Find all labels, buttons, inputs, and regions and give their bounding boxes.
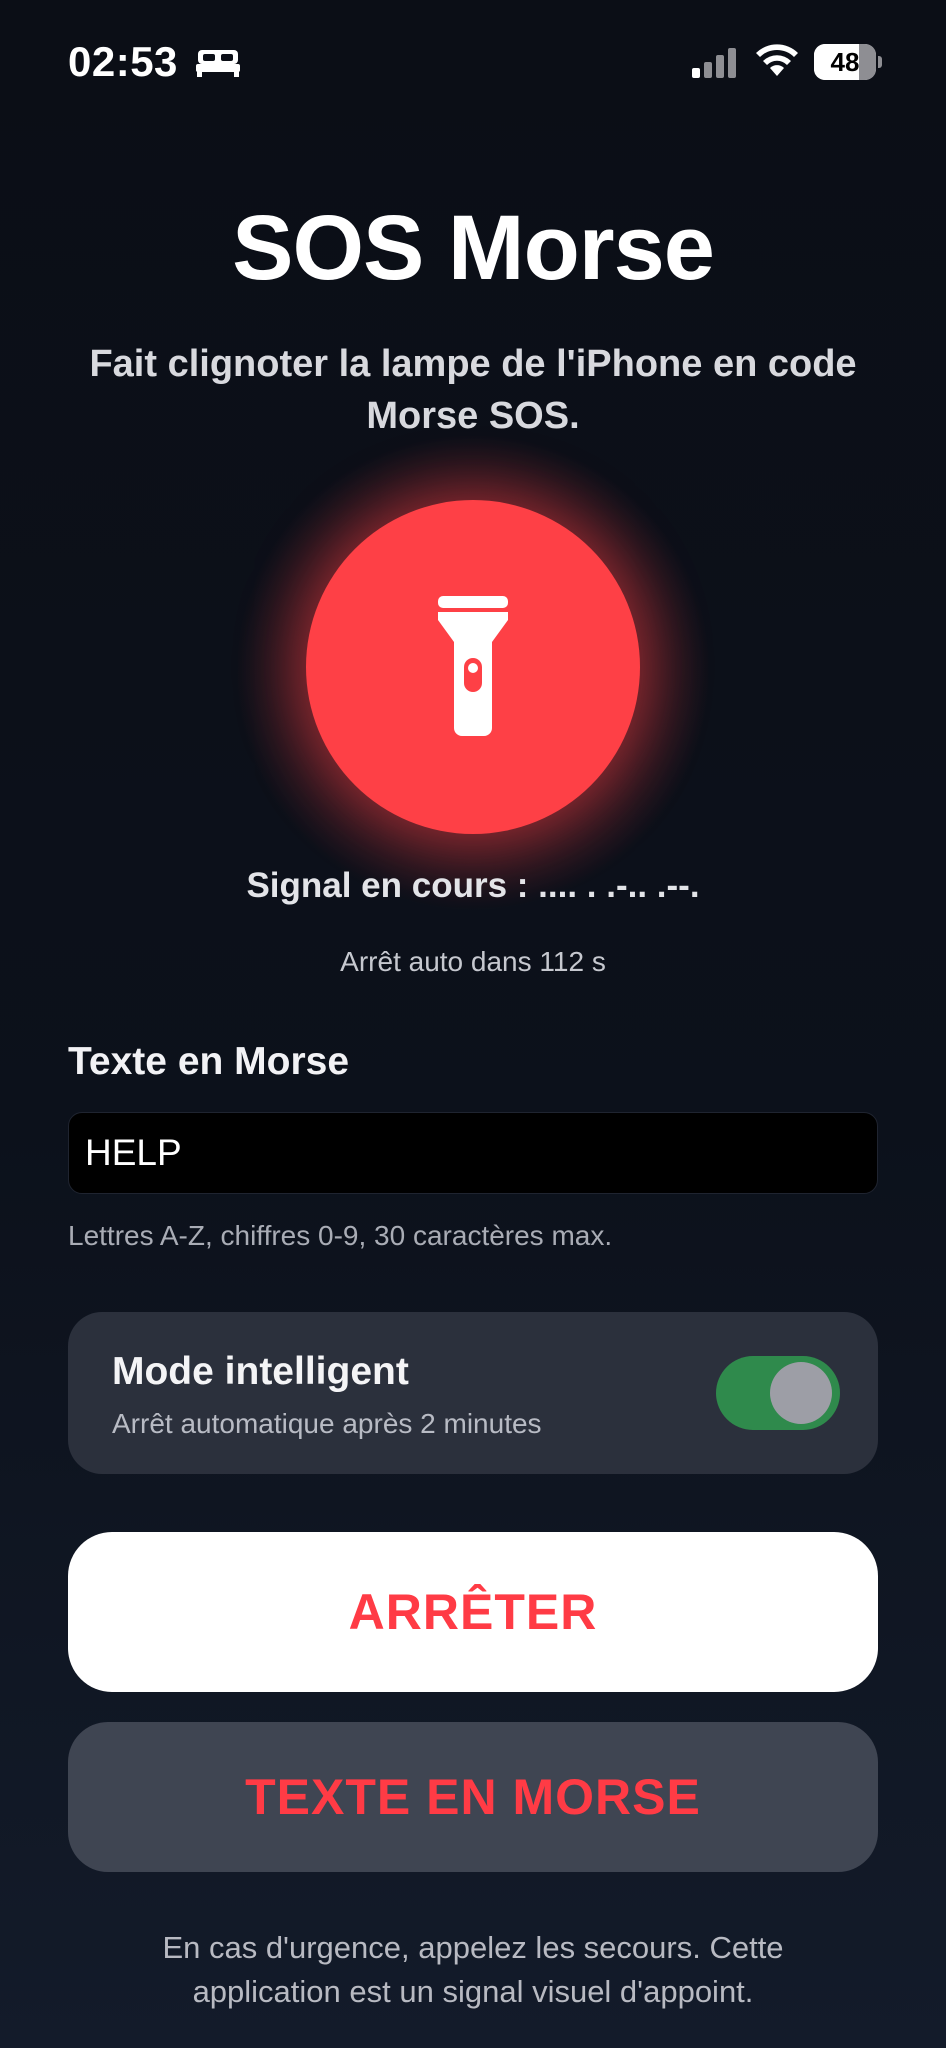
battery-percent: 48 <box>830 47 860 77</box>
stop-button[interactable]: ARRÊTER <box>68 1532 878 1692</box>
status-time: 02:53 <box>68 38 178 85</box>
cellular-signal-icon <box>692 48 736 78</box>
smart-mode-title: Mode intelligent <box>112 1350 409 1393</box>
signal-status: Signal en cours : .... . .-.. .--. <box>246 866 700 905</box>
app-title: SOS Morse <box>232 197 715 299</box>
smart-mode-card: Mode intelligent Arrêt automatique après… <box>68 1312 878 1474</box>
morse-text-label: Texte en Morse <box>68 1040 350 1083</box>
toggle-knob[interactable] <box>770 1362 832 1424</box>
flashlight-icon <box>438 596 508 736</box>
morse-text-input[interactable] <box>68 1112 878 1194</box>
battery-icon: 48 <box>814 44 884 80</box>
wifi-icon <box>756 44 798 76</box>
app-subtitle: Fait clignoter la lampe de l'iPhone en c… <box>89 343 857 437</box>
auto-stop-countdown: Arrêt auto dans 112 s <box>340 946 606 977</box>
flashlight-button[interactable] <box>306 500 640 834</box>
smart-mode-description: Arrêt automatique après 2 minutes <box>112 1408 542 1439</box>
text-to-morse-button[interactable]: TEXTE EN MORSE <box>68 1722 878 1872</box>
smart-mode-toggle[interactable] <box>716 1356 840 1430</box>
status-bar: 02:53 48 <box>0 0 946 120</box>
app-screen: 02:53 48 SOS Morse Fait clignoter la lam… <box>0 0 946 2048</box>
bed-icon <box>196 50 240 77</box>
battery-body: 48 <box>814 44 876 80</box>
battery-tip <box>878 56 882 68</box>
input-hint: Lettres A-Z, chiffres 0-9, 30 caractères… <box>68 1220 613 1251</box>
emergency-note: En cas d'urgence, appelez les secours. C… <box>162 1930 784 2009</box>
